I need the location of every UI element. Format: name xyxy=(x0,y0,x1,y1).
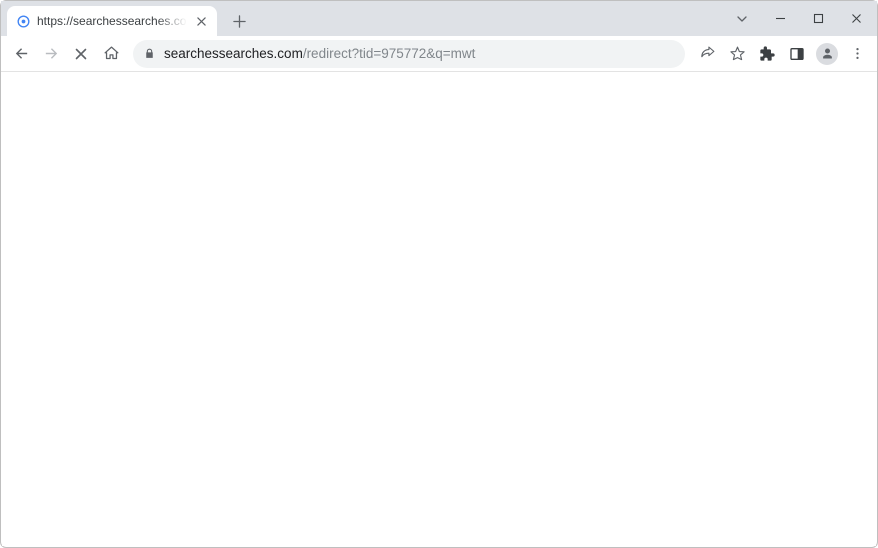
share-button[interactable] xyxy=(693,40,721,68)
tab-search-button[interactable] xyxy=(723,5,761,33)
window-controls xyxy=(723,1,875,36)
extensions-button[interactable] xyxy=(753,40,781,68)
menu-button[interactable] xyxy=(843,40,871,68)
tab-favicon xyxy=(15,13,31,29)
tab-close-button[interactable] xyxy=(193,13,209,29)
back-button[interactable] xyxy=(7,40,35,68)
url-path: /redirect?tid=975772&q=mwt xyxy=(303,46,476,61)
titlebar: https://searchessearches.com/re xyxy=(1,1,877,36)
maximize-button[interactable] xyxy=(799,5,837,33)
forward-button[interactable] xyxy=(37,40,65,68)
sidepanel-button[interactable] xyxy=(783,40,811,68)
minimize-button[interactable] xyxy=(761,5,799,33)
page-content xyxy=(2,72,876,546)
url-text: searchessearches.com/redirect?tid=975772… xyxy=(164,46,675,61)
lock-icon[interactable] xyxy=(143,47,156,60)
stop-reload-button[interactable] xyxy=(67,40,95,68)
address-bar[interactable]: searchessearches.com/redirect?tid=975772… xyxy=(133,40,685,68)
toolbar-right xyxy=(693,40,871,68)
active-tab[interactable]: https://searchessearches.com/re xyxy=(7,6,217,36)
new-tab-button[interactable] xyxy=(225,7,253,35)
avatar-icon xyxy=(816,43,838,65)
home-button[interactable] xyxy=(97,40,125,68)
profile-button[interactable] xyxy=(813,40,841,68)
url-domain: searchessearches.com xyxy=(164,46,303,61)
toolbar: searchessearches.com/redirect?tid=975772… xyxy=(1,36,877,72)
close-window-button[interactable] xyxy=(837,5,875,33)
tab-title: https://searchessearches.com/re xyxy=(37,14,187,28)
bookmark-button[interactable] xyxy=(723,40,751,68)
